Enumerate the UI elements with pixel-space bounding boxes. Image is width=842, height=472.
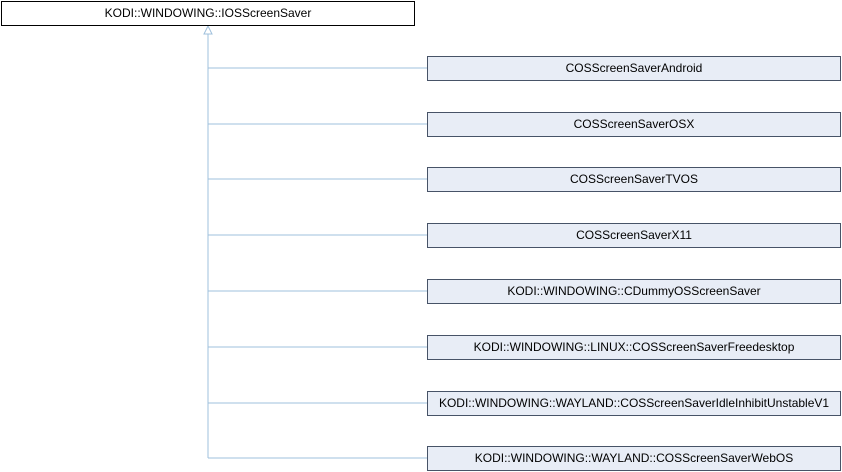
derived-class-node-cosscreensaverx11[interactable]: COSScreenSaverX11 — [427, 223, 841, 248]
inheritance-diagram: KODI::WINDOWING::IOSScreenSaver COSScree… — [0, 0, 842, 472]
derived-class-node-cosscreensaverandroid[interactable]: COSScreenSaverAndroid — [427, 56, 841, 81]
derived-class-node-cosscreensaveridleinhibitunstablev1[interactable]: KODI::WINDOWING::WAYLAND::COSScreenSaver… — [427, 391, 841, 416]
derived-class-node-cosscreensaverwebos[interactable]: KODI::WINDOWING::WAYLAND::COSScreenSaver… — [427, 446, 841, 471]
inheritance-arrowhead-icon — [203, 24, 213, 35]
derived-class-node-cosscreensavertvos[interactable]: COSScreenSaverTVOS — [427, 167, 841, 192]
base-class-node: KODI::WINDOWING::IOSScreenSaver — [1, 1, 415, 26]
derived-class-node-cdummyosscreensaver[interactable]: KODI::WINDOWING::CDummyOSScreenSaver — [427, 279, 841, 304]
derived-class-node-cosscreensaverfreedesktop[interactable]: KODI::WINDOWING::LINUX::COSScreenSaverFr… — [427, 335, 841, 360]
derived-class-node-cosscreensaverosx[interactable]: COSScreenSaverOSX — [427, 112, 841, 137]
